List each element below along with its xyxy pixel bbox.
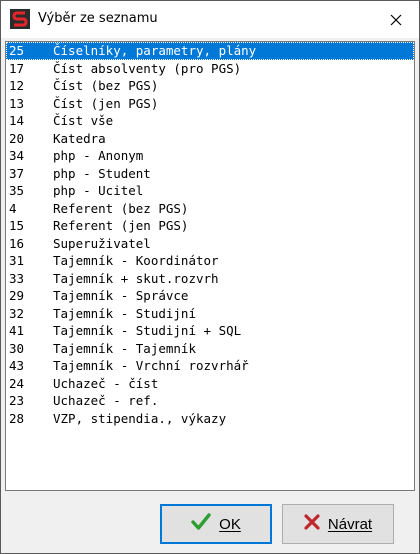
list-item-code: 32 [9, 305, 25, 321]
list-item-name: Superuživatel [53, 235, 151, 251]
x-mark-icon [304, 514, 320, 534]
list-item-name: Číst vše [53, 113, 114, 128]
list-item[interactable]: 23 Uchazeč - ref. [6, 392, 414, 410]
list-item[interactable]: 13 Číst (jen PGS) [6, 95, 414, 113]
ok-button[interactable]: OK [160, 504, 272, 544]
list-item-code: 35 [9, 183, 25, 198]
list-item-code: 24 [9, 375, 25, 391]
list-item-code: 30 [9, 340, 25, 356]
list-item[interactable]: 25 Číselníky, parametry, plány [6, 42, 414, 60]
list-item[interactable]: 12 Číst (bez PGS) [6, 77, 414, 95]
list-item-name: VZP, stipendia., výkazy [53, 410, 227, 426]
list-item-name: Tajemník - Tajemník [53, 340, 196, 356]
list-item-name: Katedra [53, 130, 106, 146]
list-item-code: 29 [9, 288, 25, 303]
list-item[interactable]: 24 Uchazeč - číst [6, 375, 414, 393]
list-item-name: Číst (jen PGS) [53, 95, 159, 111]
list-item-name: php - Student [53, 165, 151, 181]
list-item-code: 4 [9, 200, 17, 216]
list-item-code: 23 [9, 393, 25, 408]
list-item-name: Tajemník - Koordinátor [53, 253, 219, 268]
list-item[interactable]: 15 Referent (jen PGS) [6, 217, 414, 235]
list-item[interactable]: 43 Tajemník - Vrchní rozvrhář [6, 357, 414, 375]
list-item-code: 17 [9, 60, 25, 76]
list-item-name: php - Ucitel [53, 183, 144, 198]
close-icon[interactable] [373, 1, 419, 38]
list-item-name: Číst (bez PGS) [53, 78, 159, 93]
list-item-code: 13 [9, 95, 25, 111]
list-item-code: 15 [9, 218, 25, 233]
list-item-name: Referent (bez PGS) [53, 200, 189, 216]
list-item[interactable]: 29 Tajemník - Správce [6, 287, 414, 305]
list-item-code: 31 [9, 253, 25, 268]
list-item-code: 41 [9, 323, 25, 338]
list-item-name: Referent (jen PGS) [53, 218, 189, 233]
checkmark-icon [191, 513, 211, 535]
list-item-name: Tajemník - Vrchní rozvrhář [53, 358, 249, 373]
list-item[interactable]: 28 VZP, stipendia., výkazy [6, 410, 414, 428]
list-item[interactable]: 35 php - Ucitel [6, 182, 414, 200]
list-item[interactable]: 30 Tajemník - Tajemník [6, 340, 414, 358]
list-item-code: 12 [9, 78, 25, 93]
list-item[interactable]: 17 Číst absolventy (pro PGS) [6, 60, 414, 78]
list-item-code: 28 [9, 410, 25, 426]
list-item[interactable]: 34 php - Anonym [6, 147, 414, 165]
list-item[interactable]: 16 Superuživatel [6, 235, 414, 253]
role-listbox[interactable]: 25 Číselníky, parametry, plány 17 Číst abso… [5, 41, 415, 491]
list-item[interactable]: 32 Tajemník - Studijní [6, 305, 414, 323]
list-item-name: Tajemník - Studijní [53, 305, 196, 321]
list-item[interactable]: 14 Číst vše [6, 112, 414, 130]
list-item-name: Uchazeč - ref. [53, 393, 159, 408]
list-item-code: 34 [9, 148, 25, 163]
list-item[interactable]: 37 php - Student [6, 165, 414, 183]
list-item[interactable]: 41 Tajemník - Studijní + SQL [6, 322, 414, 340]
list-item-code: 16 [9, 235, 25, 251]
list-item-name: Číst absolventy (pro PGS) [53, 60, 242, 76]
list-item-code: 20 [9, 130, 25, 146]
ok-button-label: OK [219, 515, 241, 533]
list-item[interactable]: 20 Katedra [6, 130, 414, 148]
list-item-name: Číselníky, parametry, plány [53, 43, 257, 58]
list-item-name: Tajemník - Správce [53, 288, 189, 303]
cancel-button[interactable]: Návrat [282, 504, 394, 544]
list-item-name: Tajemník - Studijní + SQL [53, 323, 242, 338]
list-item[interactable]: 33 Tajemník + skut.rozvrh [6, 270, 414, 288]
window-title: Výběr ze seznamu [38, 11, 158, 26]
app-logo-icon [10, 9, 30, 29]
list-item-code: 25 [9, 43, 25, 58]
list-item-code: 33 [9, 270, 25, 286]
dialog-window: Výběr ze seznamu 25 Číselníky, parametry,… [0, 0, 420, 554]
list-item-code: 43 [9, 358, 25, 373]
list-item[interactable]: 31 Tajemník - Koordinátor [6, 252, 414, 270]
list-item-name: Tajemník + skut.rozvrh [53, 270, 219, 286]
title-bar[interactable]: Výběr ze seznamu [1, 1, 419, 38]
list-item[interactable]: 4 Referent (bez PGS) [6, 200, 414, 218]
list-item-code: 37 [9, 165, 25, 181]
list-item-name: php - Anonym [53, 148, 144, 163]
list-item-name: Uchazeč - číst [53, 375, 159, 391]
cancel-button-label: Návrat [327, 515, 373, 533]
list-item-code: 14 [9, 113, 25, 128]
